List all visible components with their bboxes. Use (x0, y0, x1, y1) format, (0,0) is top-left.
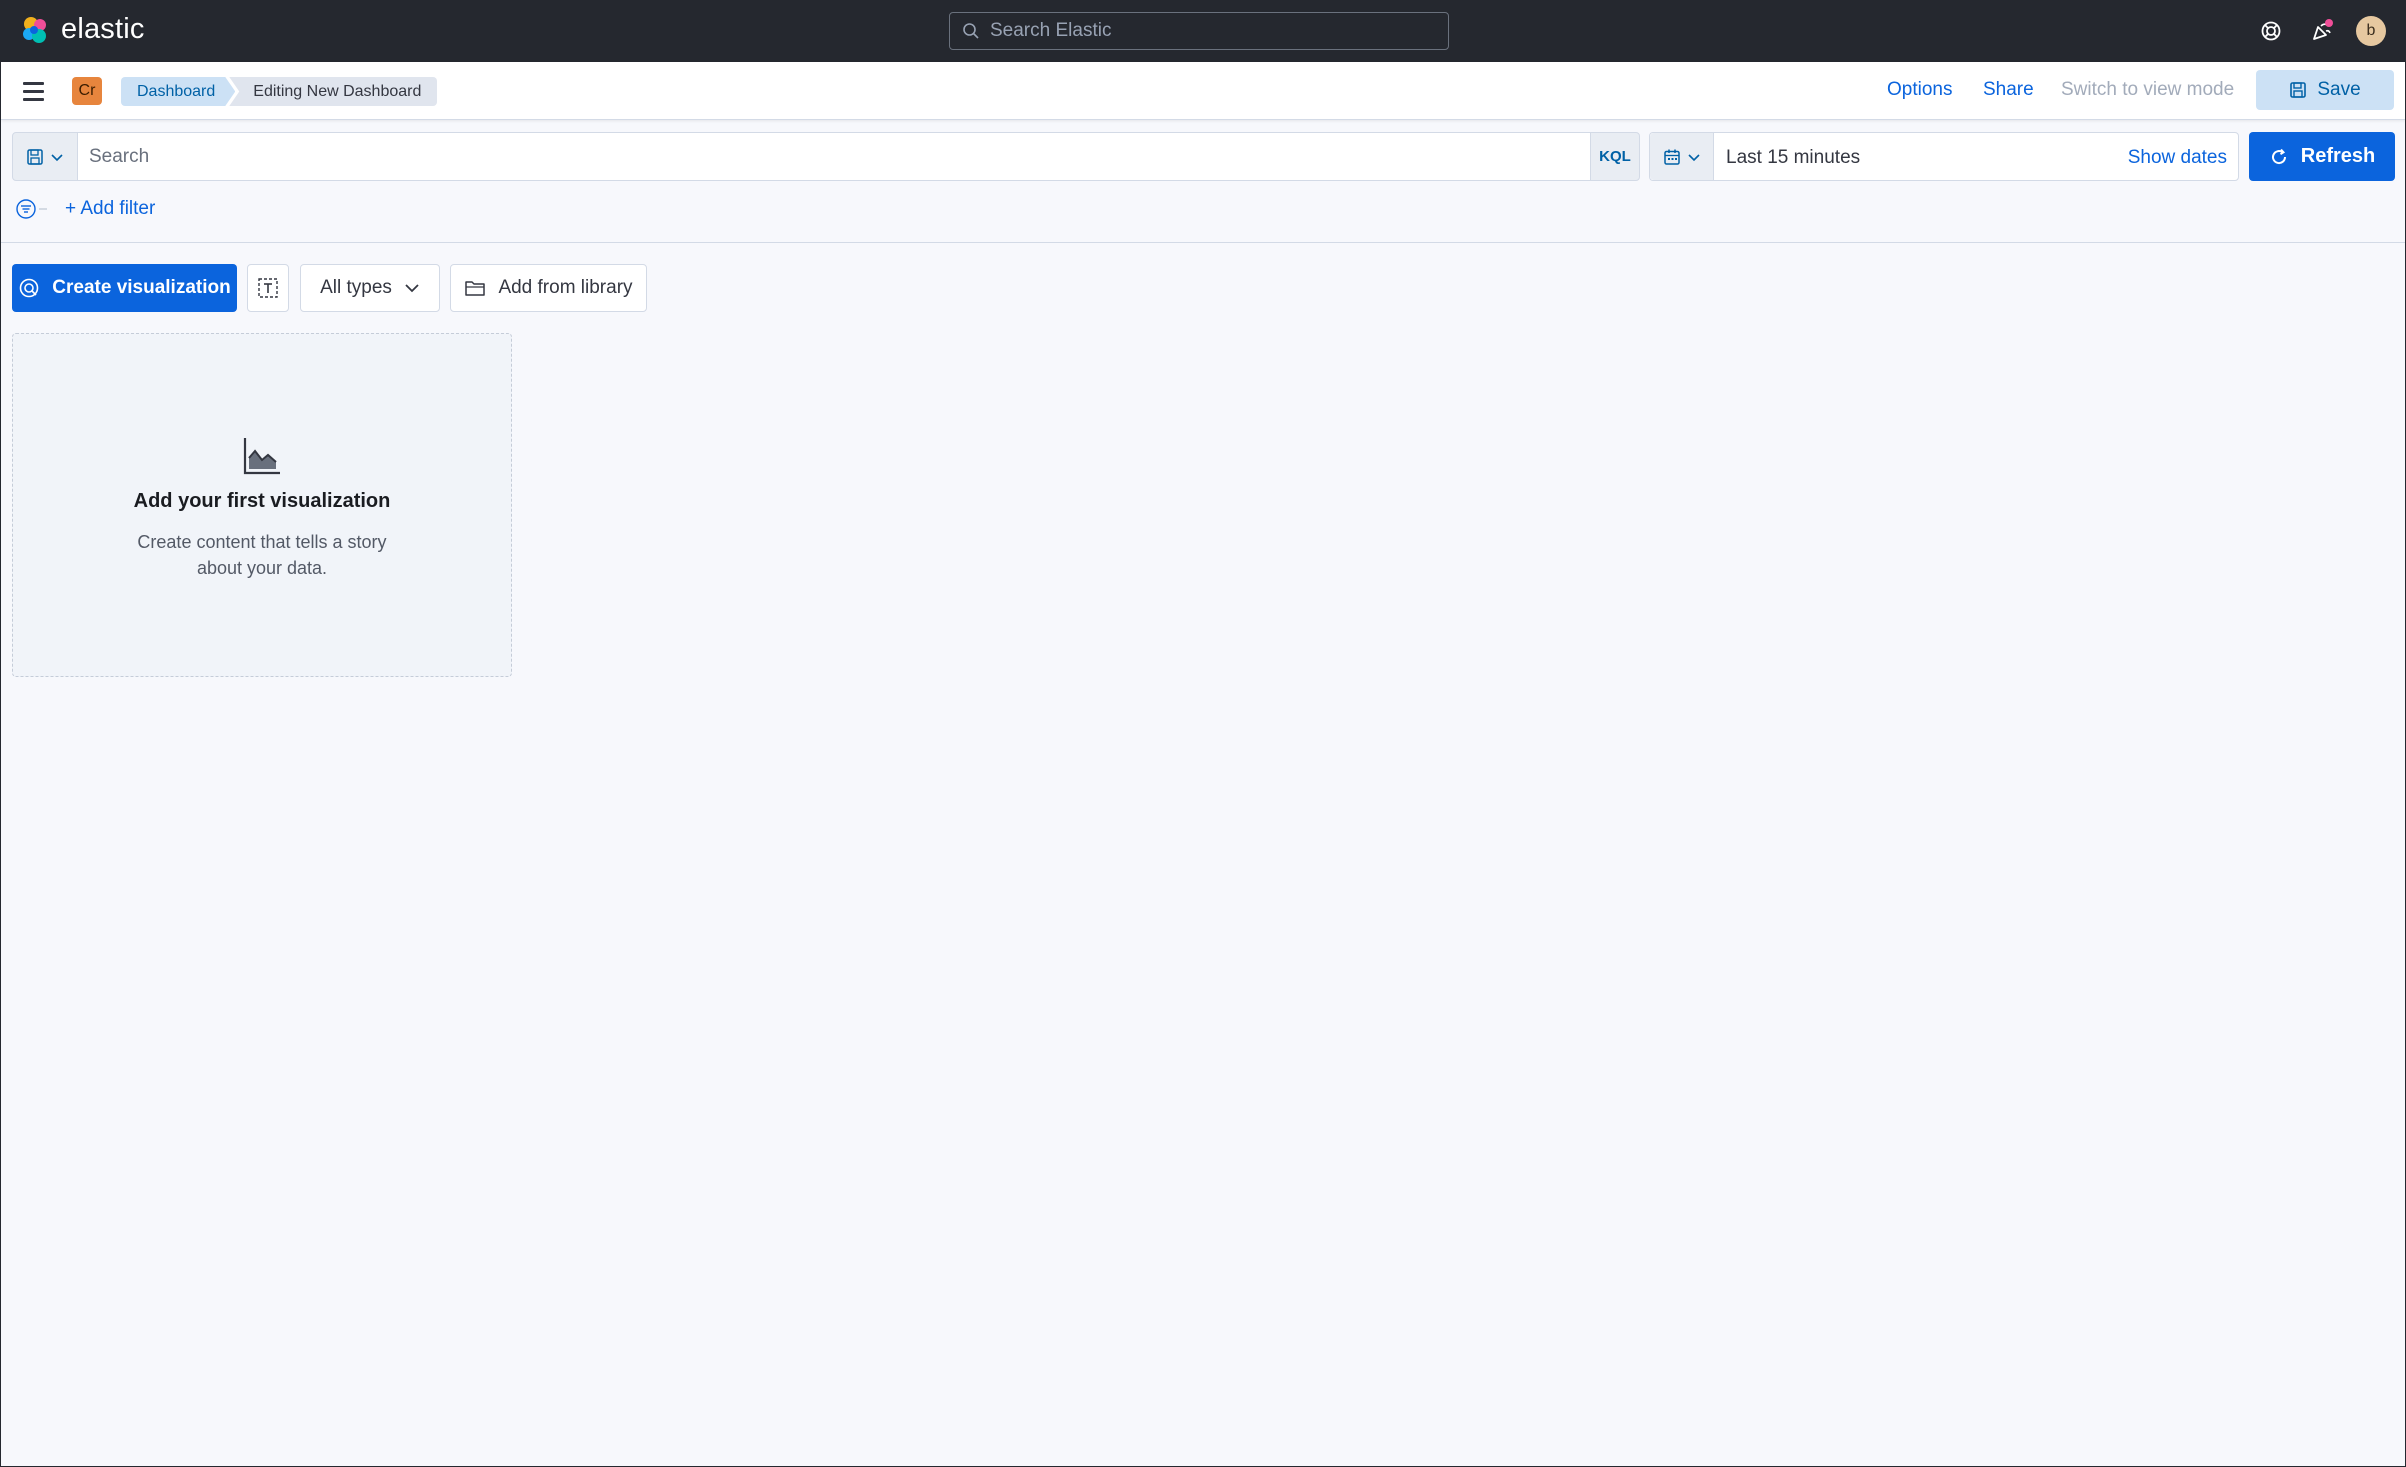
empty-panel-description: Create content that tells a story about … (137, 532, 387, 578)
share-button[interactable]: Share (1983, 79, 2034, 101)
hamburger-icon (23, 81, 44, 85)
switch-to-view-mode-button[interactable]: Switch to view mode (2061, 79, 2234, 101)
show-dates-button[interactable]: Show dates (2128, 147, 2227, 169)
breadcrumb-dashboard[interactable]: Dashboard (121, 77, 235, 106)
chevron-down-icon (405, 284, 419, 293)
all-types-dropdown[interactable]: All types (300, 264, 440, 312)
refresh-icon (2271, 148, 2286, 164)
breadcrumb-current: Editing New Dashboard (229, 77, 438, 106)
query-language-button[interactable]: KQL (1590, 132, 1640, 181)
help-lifebuoy-icon (2261, 21, 2281, 41)
hamburger-icon-bar (23, 97, 44, 101)
space-avatar[interactable]: Cr (72, 77, 102, 105)
separator-dash-icon (39, 208, 47, 210)
chevron-down-icon (51, 153, 63, 161)
folder-icon (465, 281, 486, 296)
app-window: elastic Search Elastic b Cr Dashboard Ed… (0, 0, 2406, 1467)
create-visualization-label: Create visualization (52, 277, 231, 298)
add-from-library-button[interactable]: Add from library (450, 264, 647, 312)
logo-text: elastic (61, 13, 145, 45)
calendar-icon (1663, 149, 1680, 165)
area-chart-icon (243, 438, 280, 475)
menu-toggle-button[interactable] (23, 77, 51, 105)
lens-icon (19, 278, 39, 298)
text-box-icon (258, 278, 278, 298)
create-visualization-button[interactable]: Create visualization (12, 264, 237, 312)
query-search-input[interactable] (78, 132, 1590, 181)
refresh-label: Refresh (2300, 145, 2376, 167)
quick-select-button[interactable] (1650, 133, 1714, 180)
news-feed-button[interactable] (2306, 15, 2338, 47)
global-search-field[interactable] (949, 12, 1449, 50)
global-search-input[interactable] (990, 20, 1430, 42)
breadcrumb: Dashboard Editing New Dashboard (121, 77, 438, 106)
chevron-down-icon (1687, 153, 1700, 161)
refresh-button[interactable]: Refresh (2249, 132, 2395, 181)
user-avatar[interactable]: b (2356, 16, 2386, 46)
add-text-panel-button[interactable] (247, 264, 289, 312)
saved-query-icon (27, 148, 43, 165)
save-button[interactable]: Save (2256, 70, 2394, 110)
add-filter-button[interactable]: + Add filter (65, 198, 155, 220)
time-range-value[interactable]: Last 15 minutes (1726, 147, 1860, 169)
options-button[interactable]: Options (1887, 79, 1952, 101)
elastic-logo[interactable]: elastic (19, 13, 145, 46)
filter-icon[interactable] (15, 198, 37, 220)
global-header: elastic Search Elastic b (1, 1, 2405, 62)
empty-panel-title: Add your first visualization (133, 490, 391, 512)
section-divider (1, 242, 2405, 243)
empty-dashboard-panel: Add your first visualization Create cont… (12, 333, 512, 677)
add-from-library-label: Add from library (498, 277, 633, 298)
save-label: Save (2317, 79, 2361, 100)
secondary-header: Cr Dashboard Editing New Dashboard Optio… (1, 62, 2405, 120)
hamburger-icon-bar (23, 89, 44, 93)
search-icon (963, 23, 979, 39)
all-types-label: All types (320, 277, 392, 298)
filter-bar: + Add filter (15, 195, 155, 223)
cheer-rocket-icon (2313, 19, 2333, 40)
saved-query-button[interactable] (12, 132, 78, 181)
help-button[interactable] (2255, 15, 2287, 47)
save-icon (2290, 82, 2307, 98)
elastic-logo-icon (23, 16, 46, 43)
date-picker: Last 15 minutes Show dates (1649, 132, 2239, 181)
